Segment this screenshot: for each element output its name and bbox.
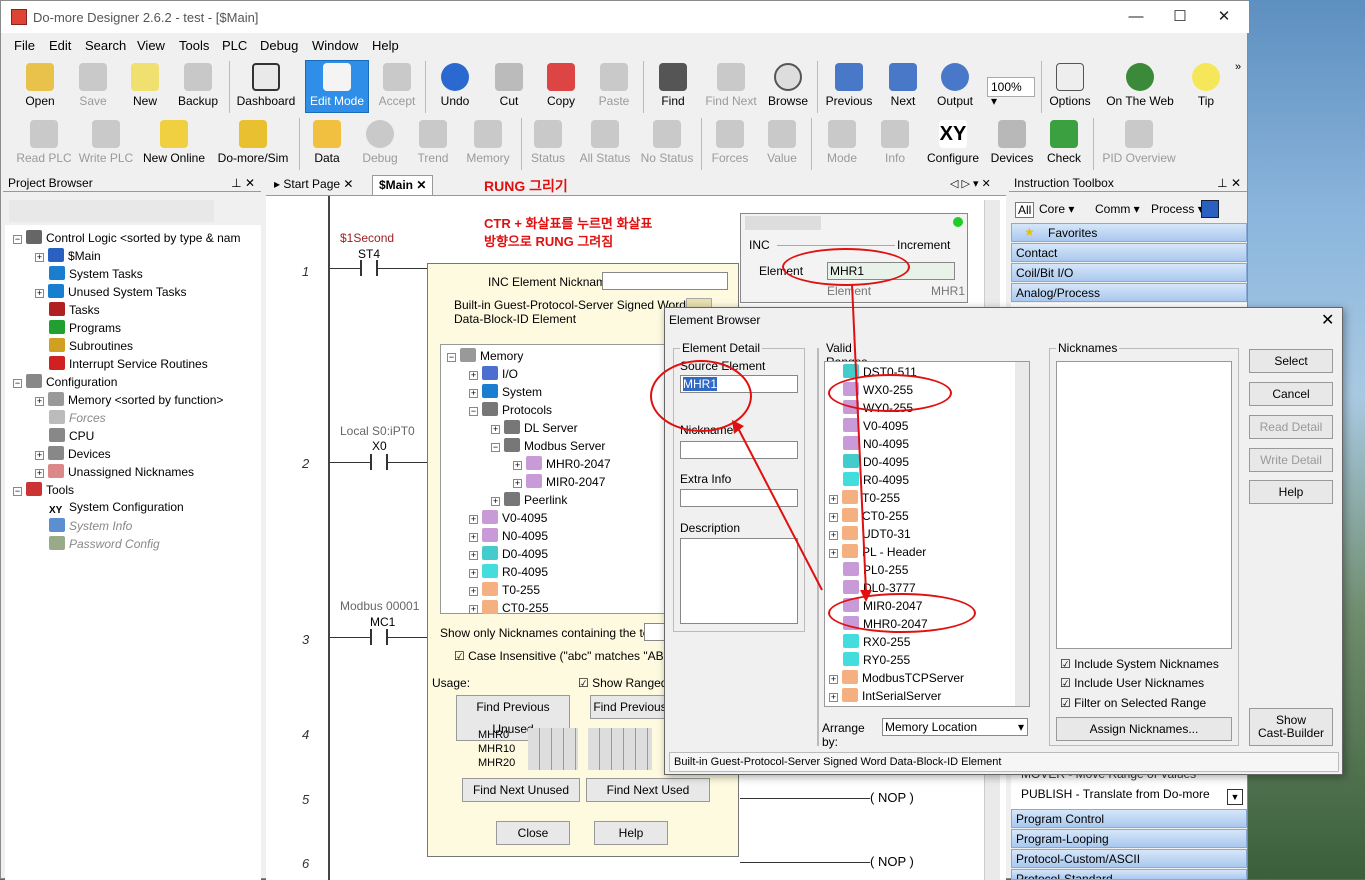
annotation-arrows	[732, 283, 872, 602]
